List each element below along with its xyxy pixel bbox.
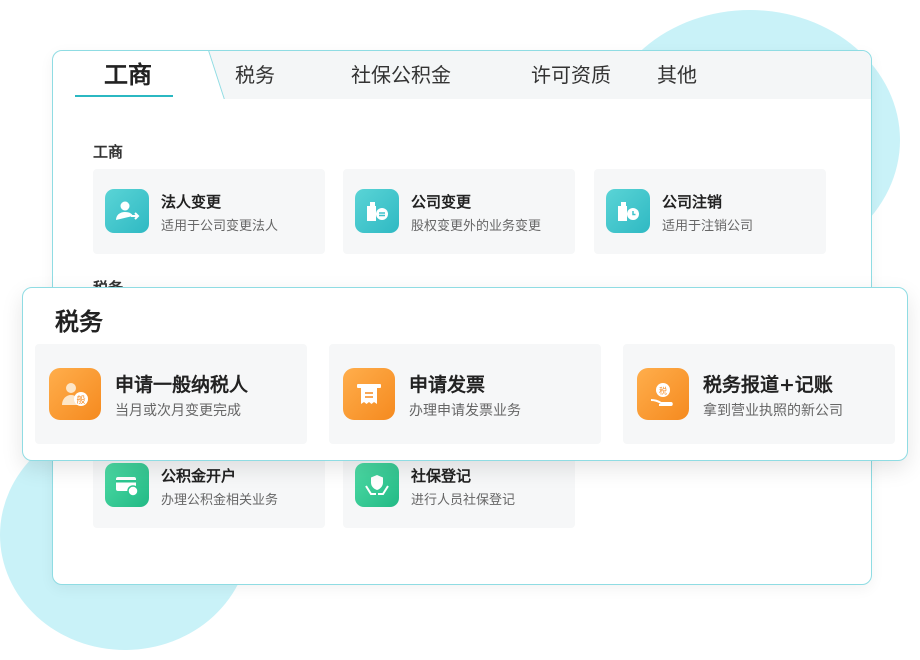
invoice-icon — [343, 368, 395, 420]
item-desc: 股权变更外的业务变更 — [411, 219, 542, 234]
item-title: 社保登记 — [411, 467, 472, 485]
item-desc: 拿到营业执照的新公司 — [703, 403, 843, 419]
service-item-faren-biangeng[interactable]: 法人变更 适用于公司变更法人 — [93, 169, 325, 254]
tab-gongshang[interactable]: 工商 — [53, 51, 203, 99]
item-title: 公积金开户 — [161, 467, 237, 485]
service-item-shenqing-fapiao[interactable]: 申请发票 办理申请发票业务 — [329, 344, 601, 444]
shuiwu-badge-text: 税 — [659, 386, 667, 396]
service-item-gongsi-biangeng[interactable]: 公司变更 股权变更外的业务变更 — [343, 169, 575, 254]
floating-tax-panel: 税务 般 申请一般纳税人 当月或次月变更完成 申请发票 办理申请发票业务 税 税… — [22, 287, 908, 461]
item-title: 法人变更 — [161, 193, 222, 211]
active-tab-indicator — [75, 95, 173, 97]
item-desc: 适用于注销公司 — [662, 219, 754, 234]
floating-panel-title: 税务 — [55, 308, 103, 336]
service-item-yiban-nashuiren[interactable]: 般 申请一般纳税人 当月或次月变更完成 — [35, 344, 307, 444]
person-badge-icon: 般 — [49, 368, 101, 420]
building-clock-icon — [606, 189, 650, 233]
item-title: 公司变更 — [411, 193, 472, 211]
tab-qita[interactable]: 其他 — [657, 51, 697, 99]
tab-bar: 工商 税务 社保公积金 许可资质 其他 — [53, 51, 871, 99]
service-item-gongsi-zhuxiao[interactable]: 公司注销 适用于注销公司 — [594, 169, 826, 254]
building-exchange-icon — [355, 189, 399, 233]
item-desc: 当月或次月变更完成 — [115, 403, 241, 419]
section-title-gongshang: 工商 — [93, 143, 124, 161]
nashuiren-badge-text: 般 — [76, 394, 85, 406]
person-change-icon — [105, 189, 149, 233]
item-desc: 进行人员社保登记 — [411, 493, 516, 508]
tab-shuiwu[interactable]: 税务 — [235, 51, 275, 99]
item-title: 公司注销 — [662, 193, 723, 211]
tax-hand-icon: 税 — [637, 368, 689, 420]
card-coin-icon — [105, 463, 149, 507]
item-title: 申请发票 — [409, 374, 486, 396]
item-title: 申请一般纳税人 — [115, 374, 249, 396]
item-title: 税务报道+记账 — [703, 374, 833, 396]
tab-shebao-gongjijin[interactable]: 社保公积金 — [351, 51, 451, 99]
service-item-shuiwu-baodao-jizhang[interactable]: 税 税务报道+记账 拿到营业执照的新公司 — [623, 344, 895, 444]
item-desc: 适用于公司变更法人 — [161, 219, 279, 234]
item-desc: 办理公积金相关业务 — [161, 493, 279, 508]
hands-shield-icon — [355, 463, 399, 507]
tab-xuke-zizhi[interactable]: 许可资质 — [531, 51, 611, 99]
item-desc: 办理申请发票业务 — [409, 403, 521, 419]
